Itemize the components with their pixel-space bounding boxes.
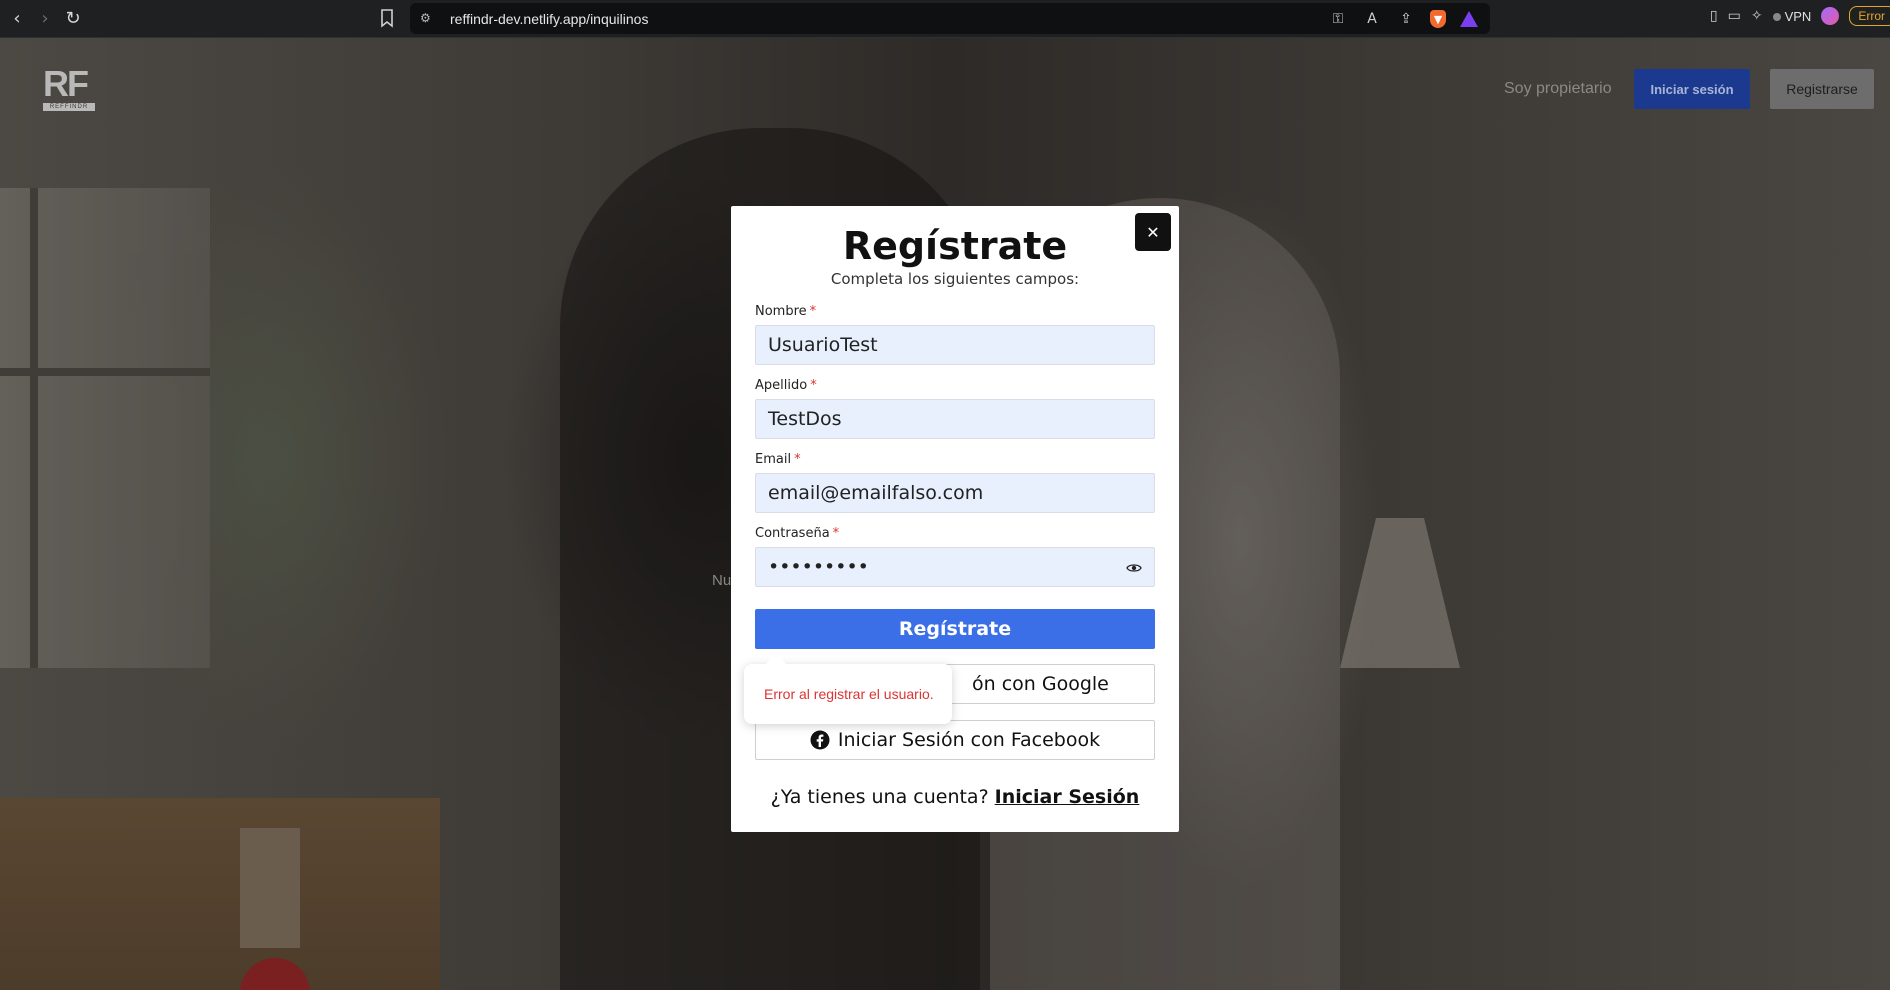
key-icon[interactable]: ⚿ [1328, 9, 1348, 29]
brave-rewards-icon[interactable] [1460, 11, 1478, 27]
modal-title: Regístrate [842, 224, 1068, 268]
apellido-field[interactable]: TestDos [755, 399, 1155, 439]
background-box-tape [240, 828, 300, 948]
email-field[interactable]: email@emailfalso.com [755, 473, 1155, 513]
url-text[interactable]: reffindr-dev.netlify.app/inquilinos [450, 11, 648, 27]
logo-letters: RF [43, 63, 89, 104]
submit-button[interactable]: Regístrate [755, 609, 1155, 649]
register-modal: ✕ Regístrate Completa los siguientes cam… [731, 206, 1179, 832]
facebook-login-label: Iniciar Sesión con Facebook [837, 729, 1101, 751]
login-link[interactable]: Iniciar Sesión [995, 786, 1140, 808]
facebook-icon [810, 730, 830, 750]
back-icon[interactable]: ‹ [6, 8, 28, 30]
translate-icon[interactable]: A [1362, 9, 1382, 29]
site-logo[interactable]: RF REFFINDR [43, 66, 97, 112]
leo-ai-icon[interactable]: ✧ [1751, 8, 1763, 24]
owner-link[interactable]: Soy propietario [1504, 80, 1612, 98]
site-settings-icon[interactable]: ⚙ [420, 11, 436, 27]
password-field[interactable]: ••••••••• [755, 547, 1155, 587]
eye-icon[interactable] [1126, 560, 1142, 576]
background-lamp [1340, 518, 1460, 668]
browser-toolbar: ‹ › ↻ ⚙ reffindr-dev.netlify.app/inquili… [0, 0, 1890, 38]
nombre-label: Nombre * [755, 304, 817, 319]
sidebar-icon[interactable]: ▯ [1710, 8, 1718, 24]
email-label: Email * [755, 452, 801, 467]
forward-icon[interactable]: › [34, 8, 56, 30]
error-message: Error al registrar el usuario. [764, 686, 934, 702]
modal-subtitle: Completa los siguientes campos: [830, 270, 1080, 288]
share-icon[interactable]: ⇪ [1396, 9, 1416, 29]
brave-shield-icon[interactable]: ▼ [1430, 10, 1446, 28]
address-bar[interactable]: ⚙ reffindr-dev.netlify.app/inquilinos ⚿ … [410, 3, 1490, 34]
error-button[interactable]: Error [1849, 6, 1890, 26]
logo-subtitle: REFFINDR [43, 103, 95, 111]
background-window [0, 188, 210, 668]
apellido-label: Apellido * [755, 378, 817, 393]
vpn-button[interactable]: VPN [1773, 9, 1812, 24]
login-prompt: ¿Ya tienes una cuenta? Iniciar Sesión [731, 786, 1179, 808]
login-button[interactable]: Iniciar sesión [1634, 69, 1750, 109]
login-question: ¿Ya tienes una cuenta? [770, 786, 989, 808]
google-login-label: ón con Google [972, 673, 1109, 695]
facebook-login-button[interactable]: Iniciar Sesión con Facebook [755, 720, 1155, 760]
bookmark-icon[interactable] [378, 8, 396, 28]
password-label: Contraseña * [755, 526, 840, 541]
background-box [0, 798, 440, 990]
error-toast: Error al registrar el usuario. [744, 654, 952, 724]
register-button[interactable]: Registrarse [1770, 69, 1874, 109]
wallet-icon[interactable]: ▭ [1728, 8, 1741, 24]
background-text: Nu [712, 572, 732, 589]
password-value: ••••••••• [768, 556, 869, 578]
profile-avatar[interactable] [1821, 7, 1840, 25]
reload-icon[interactable]: ↻ [62, 8, 84, 30]
nombre-field[interactable]: UsuarioTest [755, 325, 1155, 365]
